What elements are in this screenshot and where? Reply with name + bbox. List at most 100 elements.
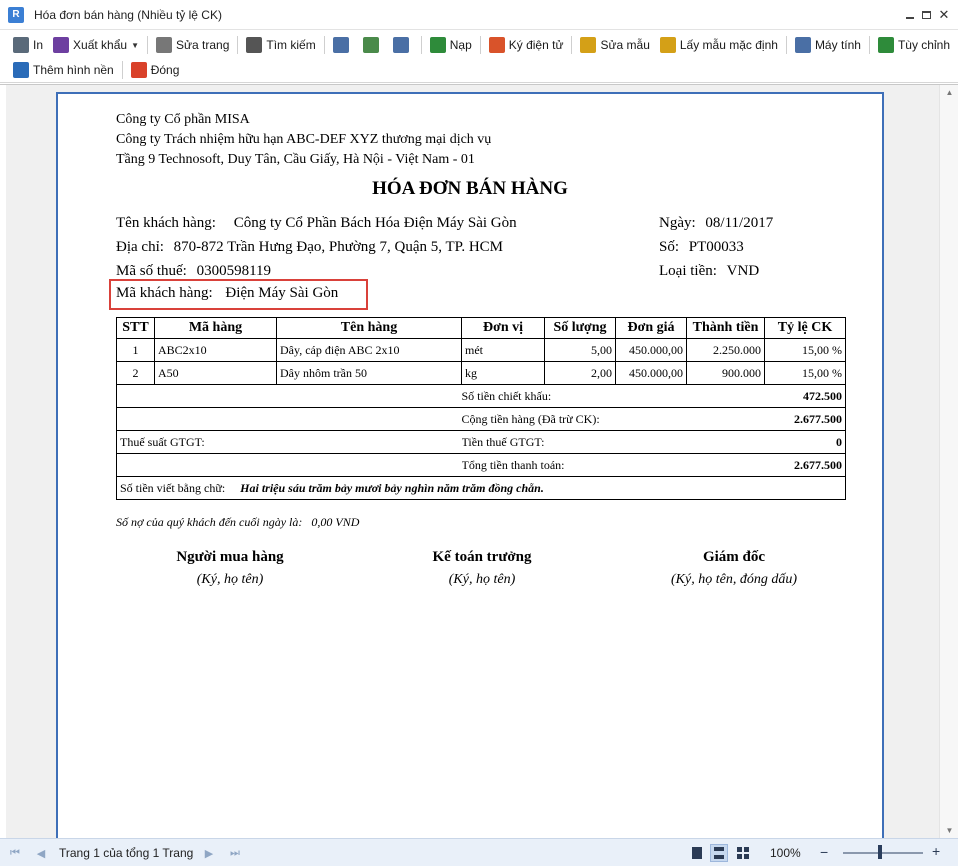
- table-header-row: STT Mã hàng Tên hàng Đơn vị Số lượng Đơn…: [116, 317, 846, 339]
- zoom-slider-track[interactable]: [843, 852, 923, 854]
- address-label: Địa chỉ:: [116, 239, 164, 255]
- reload-label: Nạp: [449, 38, 472, 52]
- default-template-button[interactable]: Lấy mẫu mặc định: [655, 34, 783, 56]
- discount-row: Số tiền chiết khấu: 472.500: [116, 384, 846, 408]
- header-item-name: Tên hàng: [276, 317, 462, 339]
- single-page-view-button[interactable]: [688, 844, 706, 862]
- cell-amount: 900.000: [686, 361, 765, 385]
- cell-stt: 2: [116, 361, 155, 385]
- search-button[interactable]: Tìm kiếm: [241, 34, 320, 56]
- vat-amount-label: Tiền thuế GTGT:: [461, 430, 687, 454]
- signature-director-title: Giám đốc: [702, 549, 766, 565]
- close-power-icon: [130, 62, 147, 78]
- edit-page-button[interactable]: Sửa trang: [151, 34, 234, 56]
- number-row: Số: PT00033: [659, 239, 744, 256]
- refresh-icon: [429, 37, 446, 53]
- debt-label: Số nợ của quý khách đến cuối ngày là:: [116, 515, 303, 529]
- discount-value: 472.500: [686, 384, 846, 408]
- table-row: 2 A50 Dây nhôm trần 50 kg 2,00 450.000,0…: [116, 361, 846, 385]
- print-button[interactable]: In: [8, 34, 48, 56]
- last-page-button[interactable]: ⏭: [226, 839, 244, 866]
- cell-unit: kg: [461, 361, 545, 385]
- first-page-icon: ⏮: [10, 846, 20, 859]
- subtotal-label: Cộng tiền hàng (Đã trừ CK):: [461, 407, 687, 431]
- view2-button[interactable]: [358, 34, 388, 56]
- signature-buyer-note: (Ký, họ tên): [196, 572, 264, 587]
- pencil-ruler-icon: [580, 37, 597, 53]
- maximize-icon: [921, 11, 931, 19]
- signature-accountant-note: (Ký, họ tên): [448, 572, 516, 587]
- close-icon: ✕: [938, 7, 950, 22]
- zoom-out-icon[interactable]: −: [820, 844, 828, 860]
- calculator-button[interactable]: Máy tính: [790, 34, 866, 56]
- vat-row: Thuế suất GTGT: Tiền thuế GTGT: 0: [116, 430, 846, 454]
- invoice-title: HÓA ĐƠN BÁN HÀNG: [372, 178, 568, 199]
- edit-template-button[interactable]: Sửa mẫu: [575, 34, 654, 56]
- edit-template-label: Sửa mẫu: [600, 38, 650, 52]
- discount-label: Số tiền chiết khấu:: [461, 384, 687, 408]
- close-button[interactable]: Đóng: [126, 59, 185, 81]
- subtotal-value: 2.677.500: [686, 407, 846, 431]
- vertical-scrollbar[interactable]: ▲ ▼: [939, 85, 958, 839]
- chevron-down-icon[interactable]: ▼: [131, 41, 139, 50]
- sign-button[interactable]: Ký điện tử: [484, 34, 569, 56]
- invoice-table: STT Mã hàng Tên hàng Đơn vị Số lượng Đơn…: [116, 317, 846, 500]
- scroll-down-icon[interactable]: ▼: [940, 823, 958, 839]
- view3-button[interactable]: [388, 34, 418, 56]
- address-row: Địa chỉ: 870-872 Trần Hưng Đạo, Phường 7…: [116, 239, 503, 256]
- next-page-button[interactable]: ▶: [200, 839, 218, 866]
- continuous-view-button[interactable]: [710, 844, 728, 862]
- view1-button[interactable]: [328, 34, 358, 56]
- single-page-icon: [692, 847, 702, 859]
- multi-page-view-button[interactable]: [734, 844, 752, 862]
- multi-page-icon: [737, 847, 749, 859]
- last-page-icon: ⏭: [230, 846, 240, 859]
- signature-buyer-title: Người mua hàng: [176, 549, 284, 565]
- cell-amount: 2.250.000: [686, 338, 765, 362]
- first-page-button[interactable]: ⏮: [6, 839, 24, 866]
- header-item-code: Mã hàng: [154, 317, 277, 339]
- close-window-button[interactable]: ✕: [932, 0, 956, 30]
- cell-item-name: Dây nhôm trần 50: [276, 361, 462, 385]
- total-value: 2.677.500: [686, 453, 846, 477]
- toolbar-separator: [420, 36, 422, 54]
- subtotal-row: Cộng tiền hàng (Đã trừ CK): 2.677.500: [116, 407, 846, 431]
- date-label: Ngày:: [659, 215, 696, 231]
- toolbar-separator: [479, 36, 481, 54]
- edit-page-icon: [155, 37, 172, 53]
- signature-icon: [488, 37, 505, 53]
- report-viewer: Công ty Cổ phần MISA Công ty Trách nhiệm…: [0, 84, 958, 839]
- date-row: Ngày: 08/11/2017: [659, 215, 773, 232]
- company-line-1: Công ty Cổ phần MISA: [116, 112, 250, 127]
- zoom-slider-thumb[interactable]: [878, 845, 882, 859]
- close-label: Đóng: [150, 63, 180, 77]
- customer-name-label: Tên khách hàng:: [116, 215, 216, 231]
- continuous-page-icon: [714, 847, 724, 859]
- status-bar: ⏮ ◀ Trang 1 của tổng 1 Trang ▶ ⏭ 100% − …: [0, 838, 958, 866]
- export-button[interactable]: Xuất khẩu ▼: [48, 34, 144, 56]
- tax-code-label: Mã số thuế:: [116, 263, 187, 279]
- prev-page-button[interactable]: ◀: [32, 839, 50, 866]
- amount-in-words-value: Hai triệu sáu trăm bảy mươi bảy nghìn nă…: [240, 480, 544, 495]
- toolbar: In Xuất khẩu ▼ Sửa trang Tìm kiếm Nạp Ký điện …: [0, 31, 958, 83]
- header-amount: Thành tiền: [686, 317, 765, 339]
- zoom-in-icon[interactable]: +: [932, 843, 940, 859]
- currency-label: Loại tiền:: [659, 263, 717, 279]
- customize-button[interactable]: Tùy chỉnh: [873, 34, 955, 56]
- customer-name-row: Tên khách hàng: Công ty Cổ Phần Bách Hóa…: [116, 215, 517, 232]
- prev-page-icon: ◀: [36, 847, 46, 860]
- address-value: 870-872 Trần Hưng Đạo, Phường 7, Quận 5,…: [173, 239, 504, 255]
- signature-accountant-title: Kế toán trưởng: [432, 549, 532, 565]
- scroll-up-icon[interactable]: ▲: [940, 85, 958, 101]
- background-button[interactable]: Thêm hình nền: [8, 59, 119, 81]
- currency-row: Loại tiền: VND: [659, 263, 759, 280]
- toolbar-separator: [323, 36, 325, 54]
- customer-name-value: Công ty Cổ Phần Bách Hóa Điện Máy Sài Gò…: [233, 215, 517, 231]
- reload-button[interactable]: Nạp: [425, 34, 477, 56]
- table-row: 1 ABC2x10 Dây, cáp điện ABC 2x10 mét 5,0…: [116, 338, 846, 362]
- calculator-label: Máy tính: [814, 38, 861, 52]
- chart-customize-icon: [877, 37, 894, 53]
- edit-page-label: Sửa trang: [175, 38, 230, 52]
- title-bar: R Hóa đơn bán hàng (Nhiều tỷ lệ CK) ✕: [0, 0, 958, 30]
- default-template-label: Lấy mẫu mặc định: [679, 38, 778, 52]
